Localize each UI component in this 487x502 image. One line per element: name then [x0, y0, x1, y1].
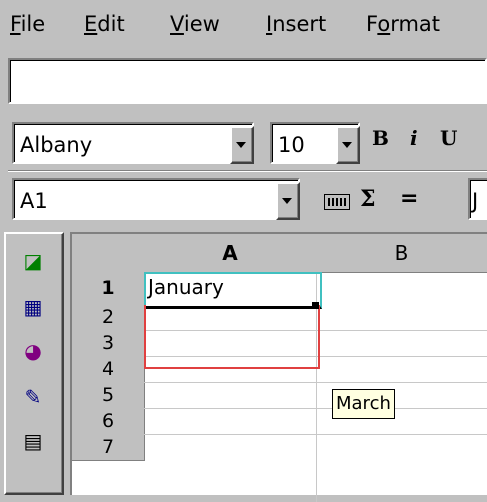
row-header-2[interactable]: 2 [72, 304, 145, 331]
function-wizard-icon[interactable] [324, 194, 350, 210]
cell-reference: A1 [20, 189, 48, 213]
table-insert-icon[interactable]: ▦ [20, 294, 46, 320]
draw-edit-icon[interactable]: ✎ [20, 384, 46, 410]
font-size-value: 10 [278, 133, 305, 157]
menu-bar: File Edit View Insert Format [0, 0, 487, 50]
row-header-6[interactable]: 6 [72, 408, 145, 435]
bold-button[interactable]: B [372, 126, 389, 150]
form-edit-icon[interactable]: ▤ [20, 428, 46, 454]
chart-insert-icon[interactable]: ◪ [20, 248, 46, 274]
cell-a1[interactable]: January [144, 272, 322, 309]
menu-view[interactable]: View [170, 12, 220, 36]
menu-edit[interactable]: Edit [84, 12, 125, 36]
autofill-range [144, 305, 320, 369]
font-name-combo[interactable]: Albany [12, 122, 254, 164]
row-header-3[interactable]: 3 [72, 330, 145, 357]
chevron-down-icon [282, 198, 292, 204]
name-box[interactable]: A1 [12, 178, 300, 220]
chevron-down-icon [342, 142, 352, 148]
column-header-b[interactable]: B [316, 234, 487, 273]
italic-button[interactable]: i [410, 126, 418, 150]
pie-chart-icon[interactable]: ◕ [20, 338, 46, 364]
row-header-1[interactable]: 1 [72, 272, 145, 305]
toolbar-separator [8, 170, 487, 172]
sum-button[interactable]: Σ [360, 186, 376, 212]
select-all-corner[interactable] [72, 234, 145, 273]
fill-handle[interactable] [312, 302, 319, 309]
equals-button[interactable]: = [400, 186, 418, 211]
name-box-dropdown-button[interactable] [276, 182, 300, 220]
row-header-4[interactable]: 4 [72, 356, 145, 383]
spreadsheet-grid[interactable]: A B 1 2 3 4 5 6 7 January March [70, 232, 487, 502]
menu-format[interactable]: Format [366, 12, 440, 36]
font-dropdown-button[interactable] [230, 126, 254, 164]
row-header-7[interactable]: 7 [72, 434, 145, 461]
url-field[interactable] [8, 58, 487, 104]
menu-file[interactable]: File [10, 12, 45, 36]
menu-insert[interactable]: Insert [266, 12, 326, 36]
chevron-down-icon [236, 142, 246, 148]
row-header-5[interactable]: 5 [72, 382, 145, 409]
font-size-dropdown-button[interactable] [336, 126, 360, 164]
font-name-value: Albany [20, 133, 93, 157]
main-toolbar: ◪ ▦ ◕ ✎ ▤ [4, 232, 64, 495]
underline-button[interactable]: U [440, 126, 457, 150]
column-header-a[interactable]: A [144, 234, 317, 273]
autofill-tooltip: March [332, 389, 395, 419]
font-size-combo[interactable]: 10 [270, 122, 360, 164]
formula-input[interactable]: J [468, 178, 487, 220]
